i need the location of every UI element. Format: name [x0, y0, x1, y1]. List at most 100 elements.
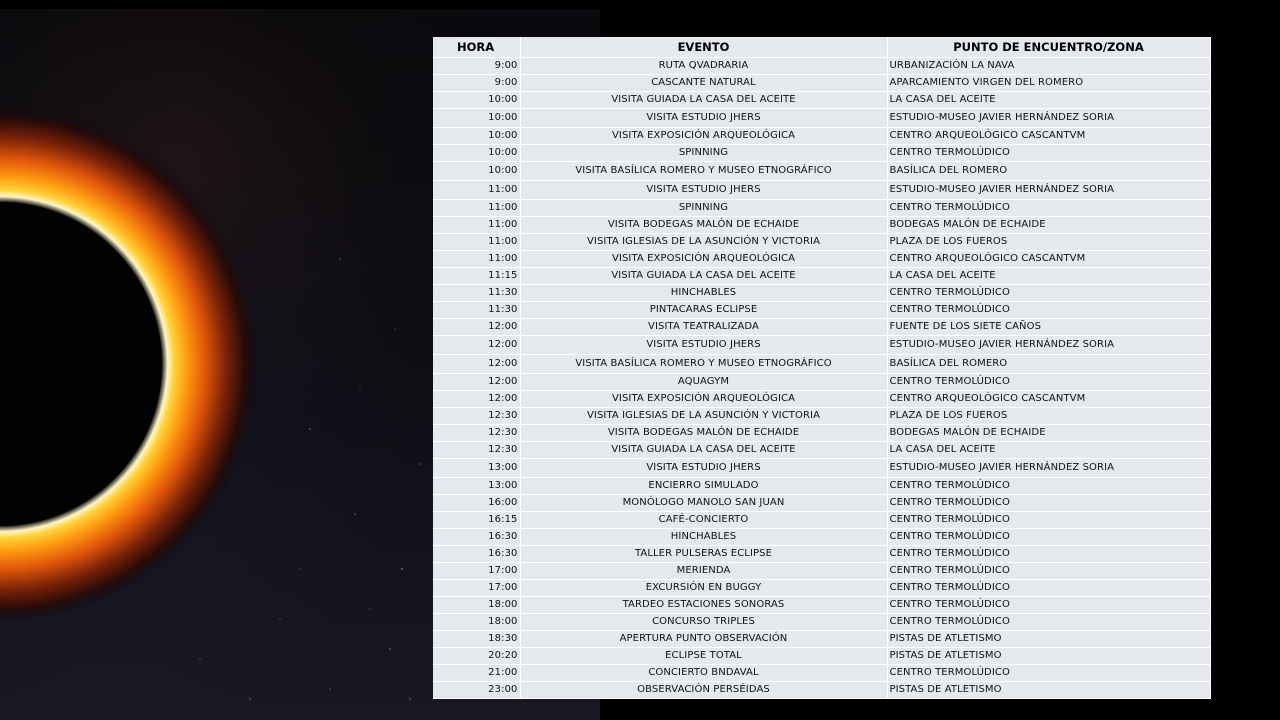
column-header-hora: HORA — [433, 37, 521, 58]
table-row: 21:00 CONCIERTO BNDAVAL CENTRO TERMOLÚDICO — [433, 664, 1211, 682]
cell-evento: MERIENDA — [520, 562, 888, 580]
cell-evento: OBSERVACIÓN PERSÉIDAS — [520, 681, 888, 699]
cell-evento: VISITA ESTUDIO JHERS — [520, 458, 888, 478]
cell-punto: CENTRO TERMOLÚDICO — [887, 373, 1211, 391]
cell-evento: MONÓLOGO MANOLO SAN JUAN — [520, 494, 888, 512]
cell-punto: CENTRO TERMOLÚDICO — [887, 477, 1211, 495]
table-row: 12:00 AQUAGYM CENTRO TERMOLÚDICO — [433, 373, 1211, 391]
table-row: 13:00 VISITA ESTUDIO JHERS ESTUDIO-MUSEO J… — [433, 458, 1211, 478]
cell-hora: 10:00 — [433, 127, 521, 145]
cell-punto: CENTRO TERMOLÚDICO — [887, 562, 1211, 580]
cell-punto: PISTAS DE ATLETISMO — [887, 647, 1211, 665]
table-row: 11:30 HINCHABLES CENTRO TERMOLÚDICO — [433, 284, 1211, 302]
cell-hora: 11:00 — [433, 233, 521, 251]
cell-evento: CONCURSO TRIPLES — [520, 613, 888, 631]
cell-punto: ESTUDIO-MUSEO JAVIER HERNÁNDEZ SORIA — [887, 108, 1211, 128]
cell-evento: ECLIPSE TOTAL — [520, 647, 888, 665]
cell-hora: 9:00 — [433, 57, 521, 75]
table-row: 11:15 VISITA GUIADA LA CASA DEL ACEITE LA … — [433, 267, 1211, 285]
table-row: 16:30 HINCHABLES CENTRO TERMOLÚDICO — [433, 528, 1211, 546]
table-row: 20:20 ECLIPSE TOTAL PISTAS DE ATLETISMO — [433, 647, 1211, 665]
table-row: 12:30 VISITA GUIADA LA CASA DEL ACEITE LA … — [433, 441, 1211, 459]
table-row: 11:00 VISITA EXPOSICIÓN ARQUEOLÓGICA CENTR… — [433, 250, 1211, 268]
table-row: 12:30 VISITA BODEGAS MALÓN DE ECHAIDE BODE… — [433, 424, 1211, 442]
cell-punto: BODEGAS MALÓN DE ECHAIDE — [887, 216, 1211, 234]
cell-hora: 18:00 — [433, 613, 521, 631]
table-row: 10:00 VISITA ESTUDIO JHERS ESTUDIO-MUSEO J… — [433, 108, 1211, 128]
slide: HORA EVENTO PUNTO DE ENCUENTRO/ZONA 9:00… — [0, 0, 1280, 720]
cell-punto: BASÍLICA DEL ROMERO — [887, 161, 1211, 181]
cell-punto: APARCAMIENTO VIRGEN DEL ROMERO — [887, 74, 1211, 92]
cell-punto: LA CASA DEL ACEITE — [887, 441, 1211, 459]
table-row: 11:30 PINTACARAS ECLIPSE CENTRO TERMOLÚDIC… — [433, 301, 1211, 319]
cell-evento: CAFÉ-CONCIERTO — [520, 511, 888, 529]
cell-hora: 17:00 — [433, 579, 521, 597]
cell-punto: LA CASA DEL ACEITE — [887, 267, 1211, 285]
cell-punto: CENTRO ARQUEOLÓGICO CASCANTVM — [887, 127, 1211, 145]
cell-hora: 13:00 — [433, 477, 521, 495]
table-row: 12:00 VISITA EXPOSICIÓN ARQUEOLÓGICA CENTR… — [433, 390, 1211, 408]
table-row: 11:00 VISITA IGLESIAS DE LA ASUNCIÓN Y VI… — [433, 233, 1211, 251]
cell-evento: VISITA BASÍLICA ROMERO Y MUSEO ETNOGRÁFI… — [520, 161, 888, 181]
cell-punto: CENTRO TERMOLÚDICO — [887, 144, 1211, 162]
table-row: 23:00 OBSERVACIÓN PERSÉIDAS PISTAS DE ATLE… — [433, 681, 1211, 699]
cell-punto: CENTRO TERMOLÚDICO — [887, 511, 1211, 529]
cell-punto: BODEGAS MALÓN DE ECHAIDE — [887, 424, 1211, 442]
cell-evento: CONCIERTO BNDAVAL — [520, 664, 888, 682]
cell-hora: 13:00 — [433, 458, 521, 478]
table-row: 9:00 CASCANTE NATURAL APARCAMIENTO VIRGEN … — [433, 74, 1211, 92]
cell-punto: FUENTE DE LOS SIETE CAÑOS — [887, 318, 1211, 336]
cell-punto: CENTRO TERMOLÚDICO — [887, 284, 1211, 302]
cell-hora: 12:30 — [433, 441, 521, 459]
table-row: 12:00 VISITA ESTUDIO JHERS ESTUDIO-MUSEO J… — [433, 335, 1211, 355]
cell-punto: CENTRO TERMOLÚDICO — [887, 613, 1211, 631]
table-row: 9:00 RUTA QVADRARIA URBANIZACIÓN LA NAVA — [433, 57, 1211, 75]
cell-punto: CENTRO TERMOLÚDICO — [887, 596, 1211, 614]
cell-hora: 10:00 — [433, 108, 521, 128]
table-row: 17:00 EXCURSIÓN EN BUGGY CENTRO TERMOLÚDIC… — [433, 579, 1211, 597]
cell-hora: 10:00 — [433, 144, 521, 162]
table-row: 10:00 SPINNING CENTRO TERMOLÚDICO — [433, 144, 1211, 162]
cell-evento: ENCIERRO SIMULADO — [520, 477, 888, 495]
cell-punto: BASÍLICA DEL ROMERO — [887, 354, 1211, 374]
cell-evento: VISITA BASÍLICA ROMERO Y MUSEO ETNOGRÁFI… — [520, 354, 888, 374]
cell-punto: PLAZA DE LOS FUEROS — [887, 233, 1211, 251]
cell-hora: 12:00 — [433, 373, 521, 391]
cell-evento: EXCURSIÓN EN BUGGY — [520, 579, 888, 597]
cell-punto: URBANIZACIÓN LA NAVA — [887, 57, 1211, 75]
cell-hora: 12:00 — [433, 335, 521, 355]
cell-evento: AQUAGYM — [520, 373, 888, 391]
cell-hora: 11:00 — [433, 216, 521, 234]
cell-punto: CENTRO TERMOLÚDICO — [887, 545, 1211, 563]
cell-evento: VISITA ESTUDIO JHERS — [520, 180, 888, 200]
cell-evento: VISITA ESTUDIO JHERS — [520, 335, 888, 355]
cell-evento: VISITA EXPOSICIÓN ARQUEOLÓGICA — [520, 250, 888, 268]
cell-evento: HINCHABLES — [520, 528, 888, 546]
cell-evento: VISITA TEATRALIZADA — [520, 318, 888, 336]
cell-evento: VISITA EXPOSICIÓN ARQUEOLÓGICA — [520, 390, 888, 408]
cell-hora: 23:00 — [433, 681, 521, 699]
cell-hora: 11:00 — [433, 180, 521, 200]
table-row: 18:00 CONCURSO TRIPLES CENTRO TERMOLÚDICO — [433, 613, 1211, 631]
table-body: 9:00 RUTA QVADRARIA URBANIZACIÓN LA NAVA 9:… — [433, 57, 1211, 699]
cell-punto: CENTRO ARQUEOLÓGICO CASCANTVM — [887, 250, 1211, 268]
cell-evento: VISITA IGLESIAS DE LA ASUNCIÓN Y VICTORI… — [520, 407, 888, 425]
cell-punto: ESTUDIO-MUSEO JAVIER HERNÁNDEZ SORIA — [887, 335, 1211, 355]
cell-hora: 12:30 — [433, 424, 521, 442]
cell-evento: VISITA GUIADA LA CASA DEL ACEITE — [520, 441, 888, 459]
cell-hora: 16:15 — [433, 511, 521, 529]
table-row: 12:30 VISITA IGLESIAS DE LA ASUNCIÓN Y VI… — [433, 407, 1211, 425]
cell-hora: 12:00 — [433, 354, 521, 374]
cell-hora: 11:00 — [433, 250, 521, 268]
cell-hora: 12:30 — [433, 407, 521, 425]
cell-hora: 11:15 — [433, 267, 521, 285]
cell-punto: CENTRO TERMOLÚDICO — [887, 528, 1211, 546]
cell-hora: 10:00 — [433, 91, 521, 109]
table-row: 10:00 VISITA EXPOSICIÓN ARQUEOLÓGICA CENTR… — [433, 127, 1211, 145]
cell-evento: VISITA ESTUDIO JHERS — [520, 108, 888, 128]
cell-evento: VISITA EXPOSICIÓN ARQUEOLÓGICA — [520, 127, 888, 145]
cell-punto: CENTRO TERMOLÚDICO — [887, 494, 1211, 512]
cell-hora: 18:00 — [433, 596, 521, 614]
cell-evento: VISITA BODEGAS MALÓN DE ECHAIDE — [520, 216, 888, 234]
table-row: 16:30 TALLER PULSERAS ECLIPSE CENTRO TERMO… — [433, 545, 1211, 563]
